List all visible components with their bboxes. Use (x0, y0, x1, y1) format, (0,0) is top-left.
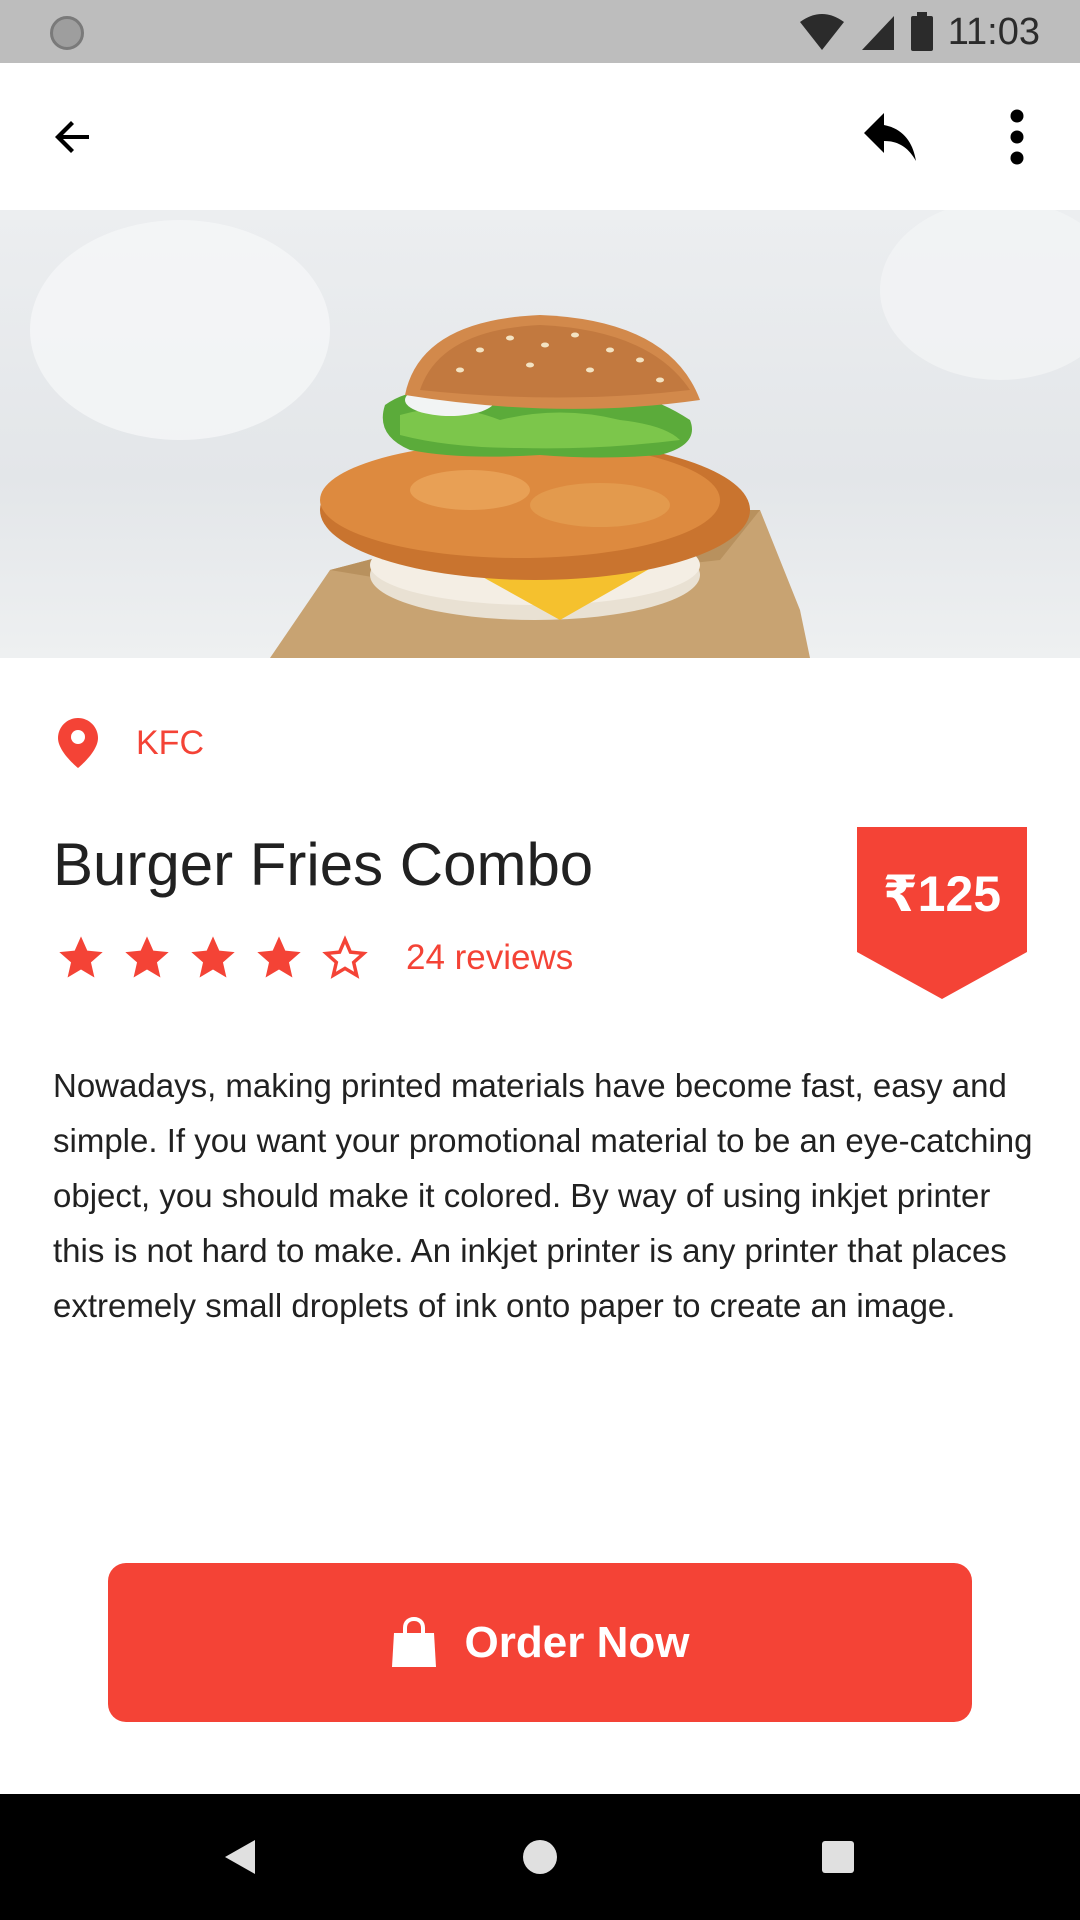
nav-home-button[interactable] (505, 1822, 575, 1892)
hero-image (0, 210, 1080, 658)
location-pin-icon (58, 718, 98, 768)
price-badge: ₹125 (857, 827, 1027, 999)
star-rating (55, 932, 371, 984)
nav-home-icon (523, 1840, 557, 1874)
more-vert-icon (1010, 109, 1024, 165)
battery-icon (910, 12, 933, 51)
product-rating: 24 reviews (55, 932, 573, 984)
app-bar (0, 63, 1080, 210)
shopping-bag-icon (391, 1616, 436, 1667)
nav-recents-icon (822, 1841, 854, 1873)
system-nav-bar (0, 1794, 1080, 1920)
restaurant-location[interactable]: KFC (58, 718, 204, 768)
product-title: Burger Fries Combo (53, 831, 594, 898)
back-button[interactable] (28, 92, 118, 182)
star-filled-icon (257, 936, 301, 978)
order-now-button[interactable]: Order Now (108, 1563, 972, 1722)
back-arrow-icon (55, 121, 89, 153)
share-reply-icon (864, 113, 916, 161)
nav-recents-button[interactable] (803, 1822, 873, 1892)
more-options-button[interactable] (972, 92, 1062, 182)
nav-back-icon (225, 1840, 255, 1874)
star-filled-icon (125, 936, 169, 978)
status-icons: 11:03 (798, 8, 1040, 56)
share-button[interactable] (845, 92, 935, 182)
order-now-label: Order Now (464, 1617, 690, 1667)
price-value: ₹125 (882, 866, 1002, 922)
star-outline-icon (322, 935, 368, 979)
star-filled-icon (59, 936, 103, 978)
notification-dot-icon (50, 16, 84, 50)
signal-icon (861, 16, 894, 50)
product-description: Nowadays, making printed materials have … (53, 1067, 1033, 1324)
reviews-count[interactable]: 24 reviews (406, 938, 573, 978)
status-bar: 11:03 (0, 0, 1080, 63)
restaurant-name: KFC (136, 723, 204, 762)
star-filled-icon (191, 936, 235, 978)
status-time: 11:03 (947, 10, 1040, 53)
burger-image (30, 210, 1080, 658)
wifi-icon (799, 14, 844, 50)
nav-back-button[interactable] (205, 1822, 275, 1892)
